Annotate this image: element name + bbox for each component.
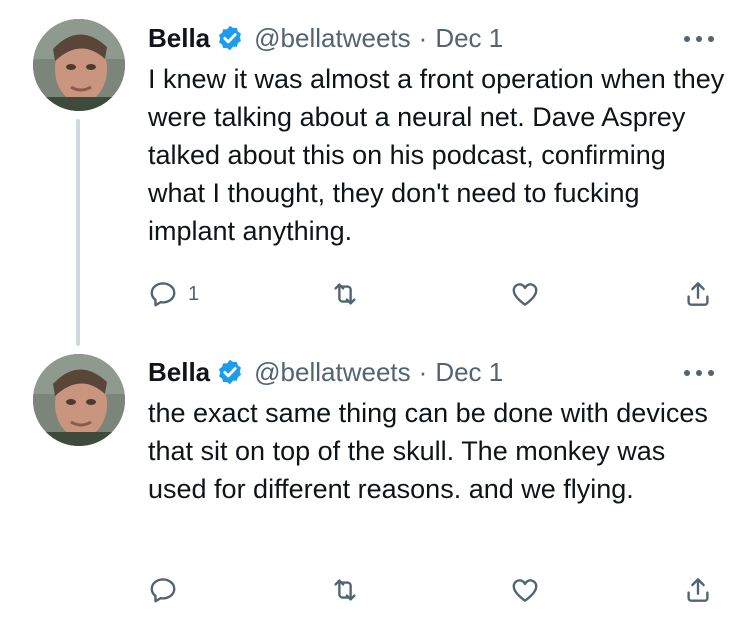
avatar[interactable] <box>33 354 125 446</box>
more-options-button[interactable] <box>684 29 714 49</box>
heart-icon <box>512 283 538 306</box>
display-name[interactable]: Bella <box>148 23 210 54</box>
reply-button[interactable]: 1 <box>148 277 199 311</box>
tweet-1[interactable]: Bella @bellatweets · Dec 1 I knew it was… <box>0 0 750 346</box>
retweet-icon <box>334 579 356 601</box>
avatar[interactable] <box>33 19 125 111</box>
verified-badge-icon <box>216 358 244 386</box>
share-icon <box>687 578 709 602</box>
like-button[interactable] <box>510 277 540 311</box>
heart-icon <box>512 579 538 602</box>
tweet-text: I knew it was almost a front operation w… <box>148 64 725 246</box>
more-options-button[interactable] <box>684 363 714 383</box>
header-separator: · <box>418 22 428 53</box>
tweet-header: Bella @bellatweets · Dec 1 <box>148 20 503 56</box>
retweet-icon <box>334 283 356 305</box>
user-handle[interactable]: @bellatweets <box>254 23 410 54</box>
retweet-button[interactable] <box>330 277 360 311</box>
user-handle[interactable]: @bellatweets <box>254 357 410 388</box>
tweet-header: Bella @bellatweets · Dec 1 <box>148 354 503 390</box>
share-button[interactable] <box>683 277 713 311</box>
reply-icon <box>150 282 176 307</box>
reply-icon <box>150 578 176 603</box>
share-button[interactable] <box>683 573 713 607</box>
reply-button[interactable] <box>148 573 188 607</box>
like-button[interactable] <box>510 573 540 607</box>
tweet-date[interactable]: Dec 1 <box>435 357 503 388</box>
reply-count: 1 <box>188 282 200 305</box>
more-dots-icon <box>684 36 690 42</box>
verified-badge-icon <box>216 24 244 52</box>
thread-connector-line <box>76 119 80 346</box>
header-separator: · <box>418 356 428 387</box>
tweet-2[interactable]: Bella @bellatweets · Dec 1 the exact sam… <box>0 340 750 627</box>
share-icon <box>687 282 709 306</box>
more-dots-icon <box>684 370 690 376</box>
tweet-text: the exact same thing can be done with de… <box>148 398 708 504</box>
tweet-date[interactable]: Dec 1 <box>435 23 503 54</box>
display-name[interactable]: Bella <box>148 357 210 388</box>
tweet-actions <box>148 573 718 607</box>
tweet-actions: 1 <box>148 277 718 311</box>
retweet-button[interactable] <box>330 573 360 607</box>
